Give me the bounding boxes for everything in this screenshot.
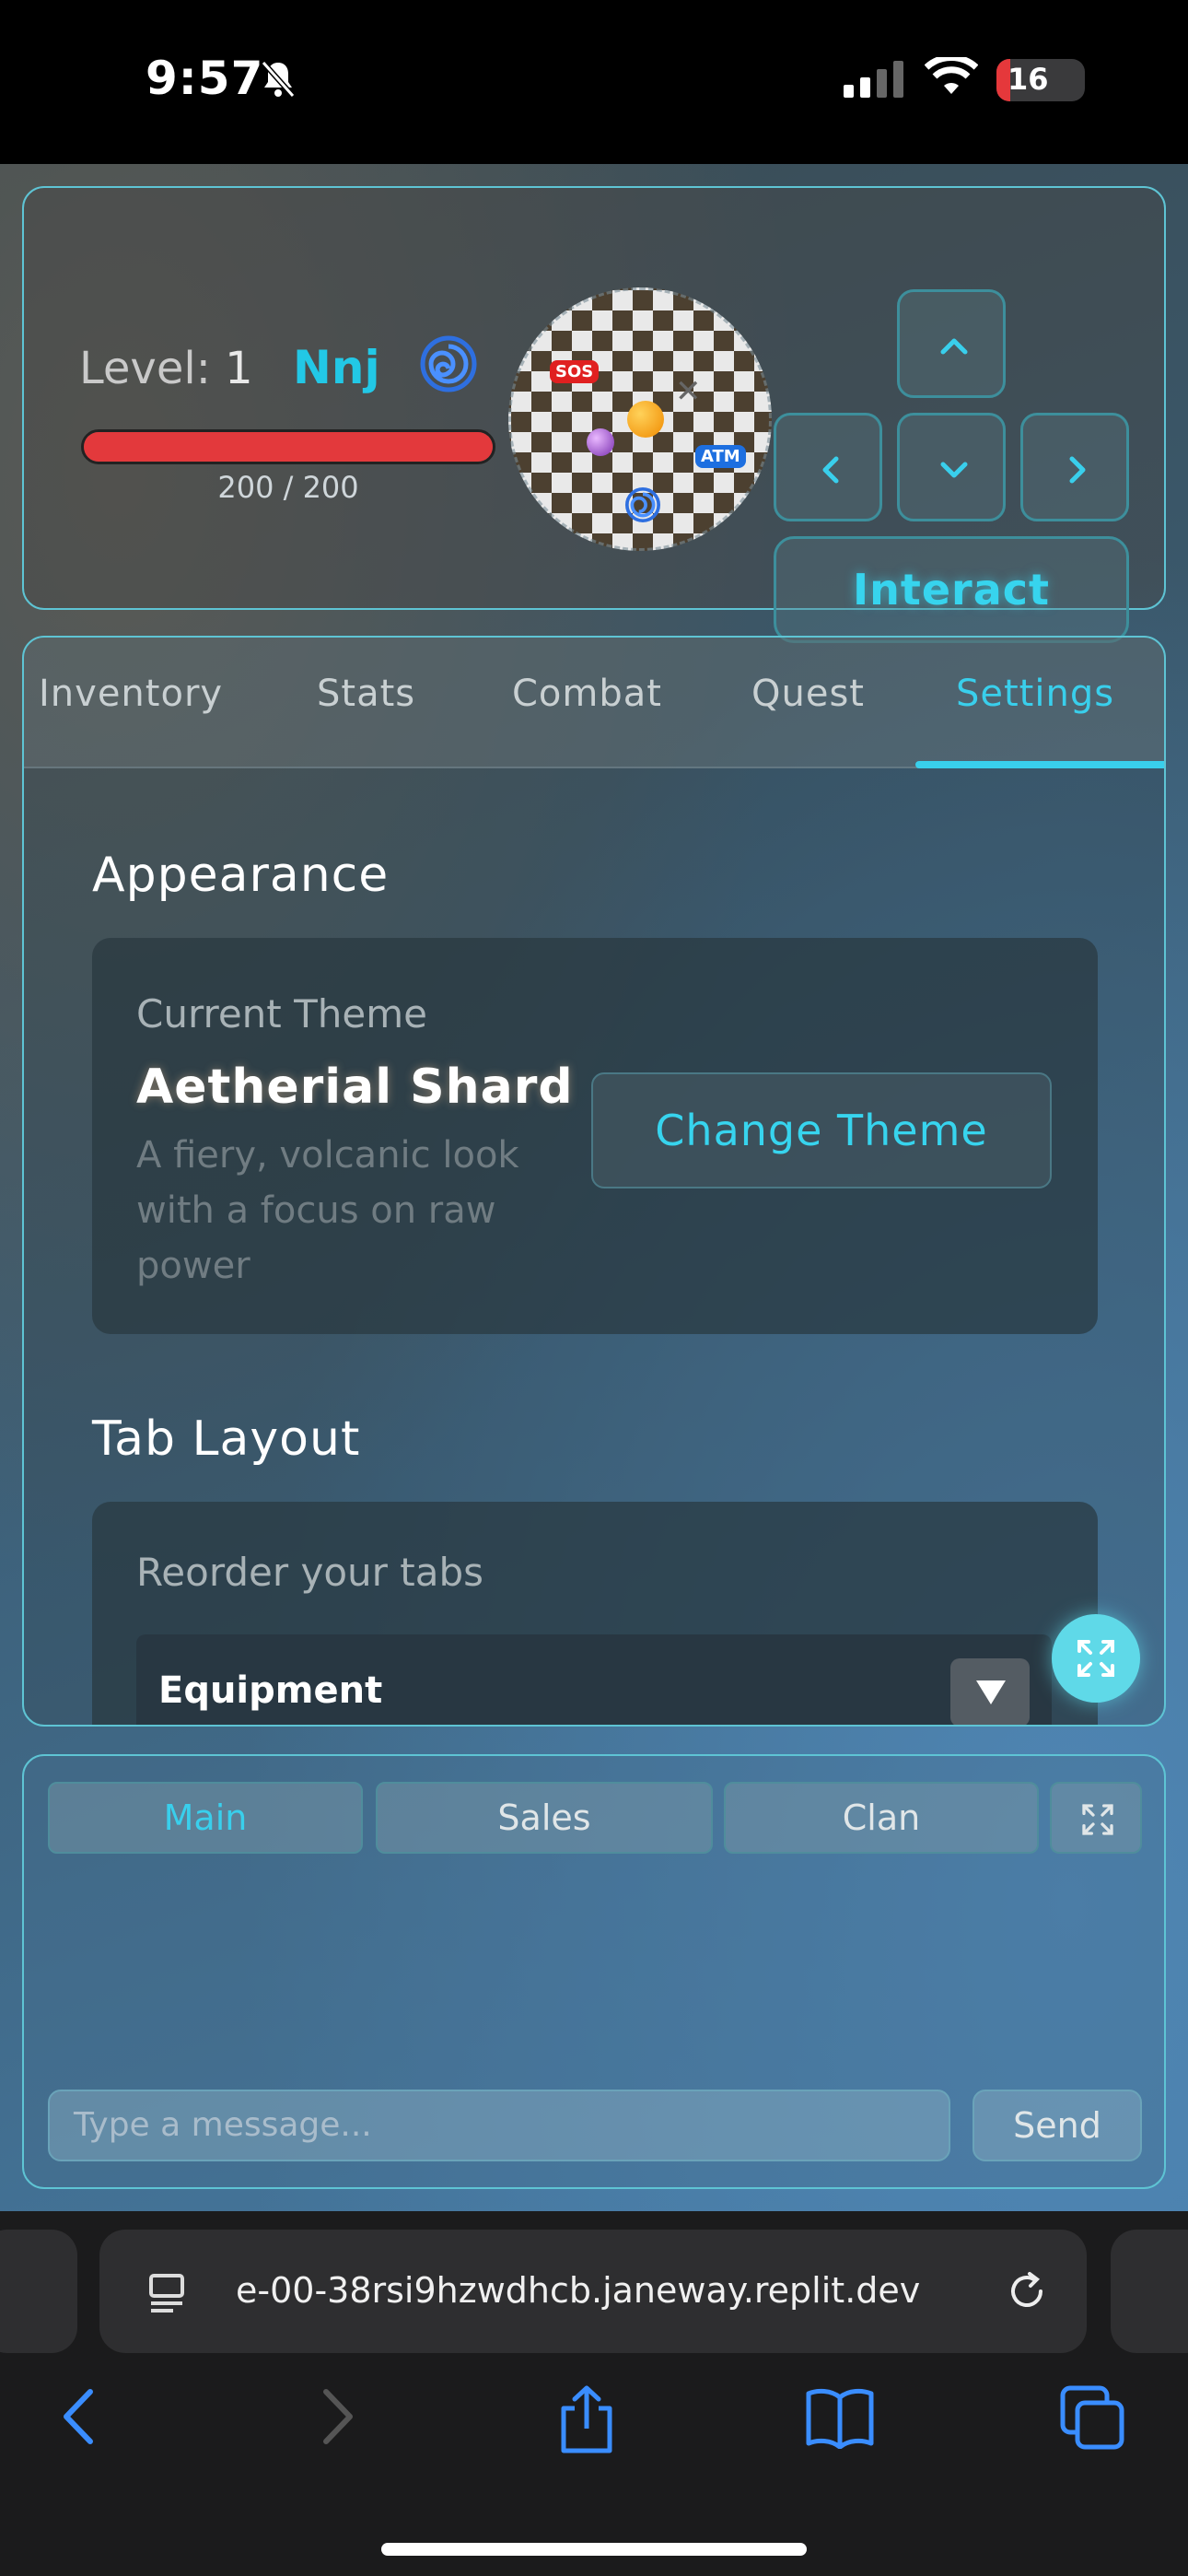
chevron-up-icon (940, 338, 968, 355)
back-icon[interactable] (57, 2384, 101, 2449)
move-down-button[interactable] (897, 413, 1006, 521)
forward-icon[interactable] (315, 2384, 359, 2449)
browser-toolbar: e-00-38rsi9hzwdhcb.janeway.replit.dev (0, 2211, 1188, 2576)
tab-order-selected: Equipment (158, 1669, 383, 1712)
change-theme-button[interactable]: Change Theme (591, 1072, 1052, 1188)
chat-tab-main[interactable]: Main (48, 1782, 363, 1854)
chevron-down-icon (940, 462, 968, 478)
player-name: Nnj (293, 341, 380, 394)
move-left-button[interactable] (774, 413, 882, 521)
home-indicator (381, 2543, 807, 2556)
current-theme-label: Current Theme (136, 991, 427, 1036)
sos-marker-icon: SOS (550, 360, 600, 383)
wifi-icon (925, 57, 978, 94)
level-display: Level: 1 (79, 343, 253, 394)
chevron-right-icon (1069, 456, 1086, 484)
crystal-ball-icon (587, 428, 614, 456)
cyclone-marker-icon (625, 487, 660, 522)
share-icon[interactable] (556, 2384, 617, 2454)
hp-text: 200 / 200 (217, 470, 359, 505)
move-up-button[interactable] (897, 289, 1006, 398)
theme-card: Current Theme Aetherial Shard A fiery, v… (92, 938, 1098, 1334)
page-menu-icon[interactable] (146, 2270, 192, 2316)
chat-tab-clan[interactable]: Clan (724, 1782, 1039, 1854)
dropdown-arrow-button[interactable] (950, 1658, 1030, 1725)
tab-bar: Inventory Stats Combat Quest Settings (24, 638, 1164, 768)
chat-panel: Main Sales Clan Type a message... Send (22, 1754, 1166, 2189)
close-marker-icon: ✕ (675, 373, 702, 410)
game-page: Level: 1 Nnj 200 / 200 SOS ✕ ATM Interac… (0, 164, 1188, 2211)
move-right-button[interactable] (1020, 413, 1129, 521)
main-panel: Inventory Stats Combat Quest Settings Ap… (22, 636, 1166, 1727)
clock: 9:57 (146, 52, 264, 105)
bookmarks-icon[interactable] (805, 2384, 875, 2449)
tab-layout-card: Reorder your tabs Equipment (92, 1502, 1098, 1725)
address-bar[interactable]: e-00-38rsi9hzwdhcb.janeway.replit.dev (99, 2230, 1087, 2353)
expand-arrows-icon (1082, 1804, 1113, 1835)
chat-tab-sales[interactable]: Sales (376, 1782, 713, 1854)
expand-arrows-icon (1077, 1640, 1114, 1677)
tab-settings[interactable]: Settings (956, 673, 1114, 715)
tab-stats[interactable]: Stats (317, 673, 415, 715)
url-text: e-00-38rsi9hzwdhcb.janeway.replit.dev (236, 2270, 921, 2311)
level-value: 1 (225, 343, 253, 394)
tabs-icon[interactable] (1059, 2384, 1125, 2451)
previous-tab-preview[interactable] (0, 2230, 77, 2353)
hp-bar (81, 429, 495, 464)
player-orb-icon (627, 401, 664, 438)
tab-quest[interactable]: Quest (751, 673, 865, 715)
atm-marker-icon: ATM (695, 445, 746, 468)
status-bar: 9:57 16 (0, 0, 1188, 164)
battery-indicator: 16 (996, 59, 1085, 101)
reorder-label: Reorder your tabs (136, 1550, 484, 1595)
interact-button[interactable]: Interact (774, 536, 1129, 643)
cyclone-icon (420, 335, 477, 392)
chat-message-input[interactable]: Type a message... (48, 2090, 950, 2161)
tab-inventory[interactable]: Inventory (39, 673, 223, 715)
theme-name: Aetherial Shard (136, 1060, 574, 1115)
hud-panel: Level: 1 Nnj 200 / 200 SOS ✕ ATM Interac… (22, 186, 1166, 643)
send-button[interactable]: Send (973, 2090, 1142, 2161)
triangle-down-icon (976, 1680, 1006, 1704)
tab-layout-heading: Tab Layout (92, 1411, 361, 1467)
chevron-left-icon (822, 456, 839, 484)
bell-muted-icon (261, 61, 296, 98)
tab-order-select[interactable]: Equipment (136, 1634, 1052, 1725)
reload-icon[interactable] (1002, 2266, 1052, 2316)
active-tab-indicator (915, 761, 1164, 768)
tab-combat[interactable]: Combat (512, 673, 662, 715)
expand-fab-button[interactable] (1052, 1614, 1140, 1703)
next-tab-preview[interactable] (1111, 2230, 1188, 2353)
chat-expand-button[interactable] (1050, 1782, 1142, 1854)
level-label: Level: (79, 343, 211, 394)
minimap[interactable]: SOS ✕ ATM (508, 287, 772, 551)
appearance-heading: Appearance (92, 848, 390, 903)
theme-description: A fiery, volcanic look with a focus on r… (136, 1134, 519, 1287)
cellular-signal-icon (844, 61, 903, 98)
